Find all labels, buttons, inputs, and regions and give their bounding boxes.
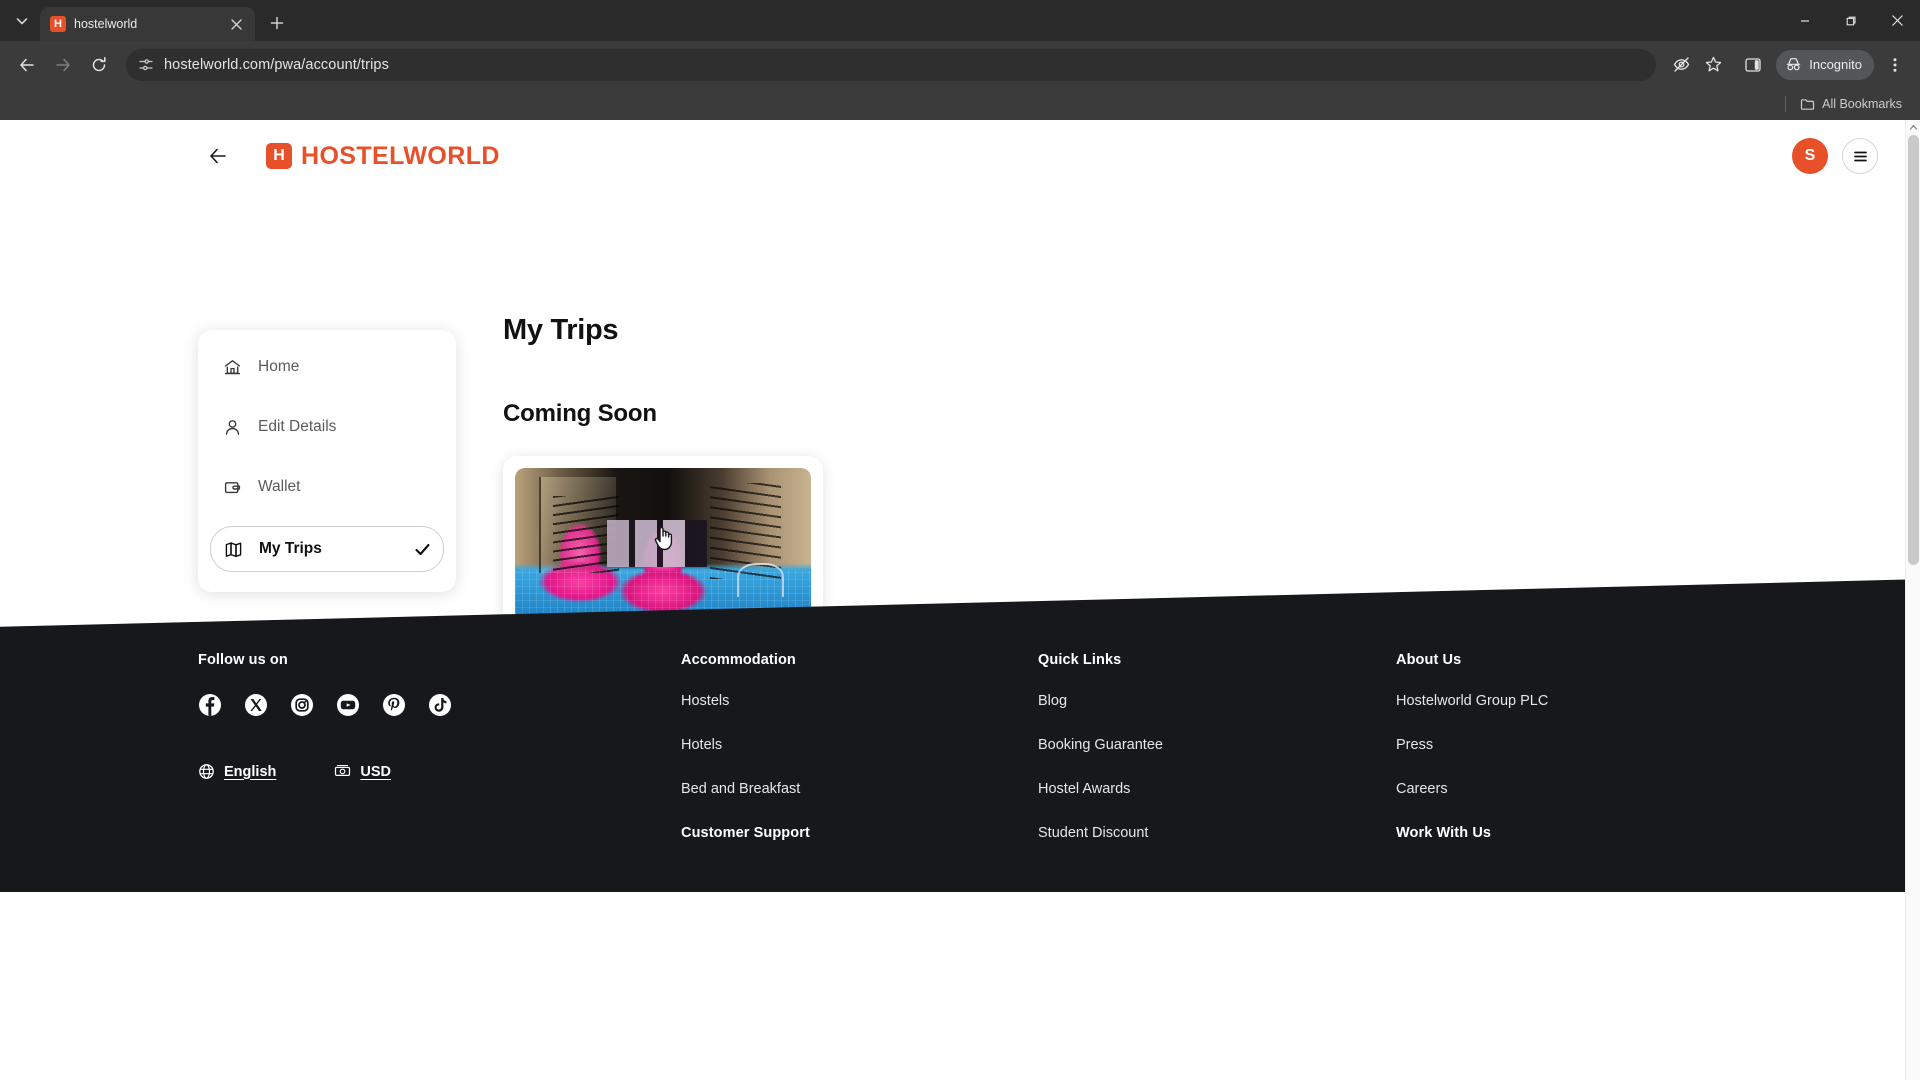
- language-label: English: [224, 763, 277, 780]
- tab-search-button[interactable]: [8, 7, 36, 35]
- footer-quick-links-column: Quick Links Blog Booking Guarantee Hoste…: [1038, 652, 1163, 869]
- footer-link[interactable]: Press: [1396, 737, 1548, 753]
- language-selector[interactable]: English: [198, 763, 276, 780]
- close-icon[interactable]: [1874, 0, 1920, 41]
- avatar[interactable]: S: [1792, 138, 1828, 174]
- tab-favicon-icon: H: [50, 16, 66, 32]
- incognito-label: Incognito: [1809, 57, 1862, 72]
- sidebar-item-label: Edit Details: [258, 418, 337, 435]
- page-title: My Trips: [503, 314, 619, 346]
- tiktok-icon[interactable]: [428, 693, 452, 717]
- footer-heading: Follow us on: [198, 652, 288, 668]
- logo-mark-letter: H: [273, 147, 285, 164]
- globe-icon: [198, 763, 215, 780]
- sidebar-item-home[interactable]: Home: [210, 346, 444, 388]
- page-body: Home Edit Details Wallet My Trips My Tri…: [0, 192, 1920, 892]
- footer-follow-column: Follow us on English USD: [198, 652, 452, 780]
- site-header: H HOSTELWORLD S: [0, 120, 1920, 192]
- footer-link[interactable]: Bed and Breakfast: [681, 781, 810, 797]
- forward-arrow-icon[interactable]: [46, 48, 80, 82]
- footer-content: Follow us on English USD Accommodation H…: [0, 552, 1920, 892]
- logo-mark-icon: H: [266, 143, 292, 169]
- incognito-icon: [1785, 56, 1802, 73]
- tab-strip: H hostelworld: [0, 0, 1920, 41]
- hostelworld-logo[interactable]: H HOSTELWORLD: [266, 142, 500, 171]
- side-panel-icon[interactable]: [1738, 50, 1768, 80]
- section-title: Coming Soon: [503, 400, 657, 427]
- youtube-icon[interactable]: [336, 693, 360, 717]
- hamburger-icon[interactable]: [1842, 138, 1878, 174]
- new-tab-button[interactable]: [263, 9, 291, 37]
- footer-about-column: About Us Hostelworld Group PLC Press Car…: [1396, 652, 1548, 866]
- footer-heading: Accommodation: [681, 652, 796, 668]
- home-icon: [222, 357, 242, 377]
- x-twitter-icon[interactable]: [244, 693, 268, 717]
- logo-wordmark: HOSTELWORLD: [301, 141, 500, 170]
- page-scrollbar[interactable]: [1905, 120, 1920, 1080]
- browser-tab[interactable]: H hostelworld: [40, 7, 255, 41]
- footer-heading: Quick Links: [1038, 652, 1122, 668]
- tab-title: hostelworld: [74, 17, 138, 31]
- footer-link[interactable]: Blog: [1038, 693, 1163, 709]
- scrollbar-thumb[interactable]: [1908, 135, 1919, 565]
- currency-selector[interactable]: USD: [334, 763, 391, 780]
- sidebar-item-edit-details[interactable]: Edit Details: [210, 406, 444, 448]
- browser-window: H hostelworld hostelworld.com/pwa/accoun…: [0, 0, 1920, 1080]
- star-icon[interactable]: [1698, 50, 1728, 80]
- sidebar-item-label: Wallet: [258, 478, 301, 495]
- wallet-icon: [222, 477, 242, 497]
- window-controls: [1782, 0, 1920, 41]
- footer-link[interactable]: Hostel Awards: [1038, 781, 1163, 797]
- instagram-icon[interactable]: [290, 693, 314, 717]
- sidebar-item-wallet[interactable]: Wallet: [210, 466, 444, 508]
- footer-link[interactable]: Student Discount: [1038, 825, 1163, 841]
- bookmarks-bar: All Bookmarks: [0, 88, 1920, 120]
- footer-link[interactable]: Hotels: [681, 737, 810, 753]
- pinterest-icon[interactable]: [382, 693, 406, 717]
- restore-icon[interactable]: [1828, 0, 1874, 41]
- page-viewport: H HOSTELWORLD S Home Edit Details Wallet…: [0, 120, 1920, 1080]
- close-icon[interactable]: [227, 15, 245, 33]
- currency-label: USD: [360, 763, 391, 780]
- person-icon: [222, 417, 242, 437]
- kebab-menu-icon[interactable]: [1880, 50, 1910, 80]
- browser-toolbar: hostelworld.com/pwa/account/trips Incogn…: [0, 41, 1920, 88]
- footer-accommodation-column: Accommodation Hostels Hotels Bed and Bre…: [681, 652, 810, 866]
- address-bar[interactable]: hostelworld.com/pwa/account/trips: [126, 48, 1657, 81]
- arrow-left-icon[interactable]: [205, 143, 231, 169]
- all-bookmarks-button[interactable]: All Bookmarks: [1794, 94, 1908, 115]
- social-links: [198, 693, 452, 717]
- minimize-icon[interactable]: [1782, 0, 1828, 41]
- footer-link[interactable]: Hostels: [681, 693, 810, 709]
- footer-link[interactable]: Booking Guarantee: [1038, 737, 1163, 753]
- money-icon: [334, 763, 351, 780]
- footer-heading: About Us: [1396, 652, 1462, 668]
- tune-icon[interactable]: [138, 57, 154, 73]
- footer-link[interactable]: Hostelworld Group PLC: [1396, 693, 1548, 709]
- site-footer: Follow us on English USD Accommodation H…: [0, 552, 1920, 892]
- footer-heading: Work With Us: [1396, 825, 1492, 841]
- incognito-indicator[interactable]: Incognito: [1776, 49, 1874, 80]
- divider: [1785, 96, 1787, 112]
- all-bookmarks-label: All Bookmarks: [1822, 97, 1902, 111]
- footer-preferences: English USD: [198, 763, 452, 780]
- sidebar-item-label: Home: [258, 358, 300, 375]
- footer-heading: Customer Support: [681, 825, 810, 841]
- facebook-icon[interactable]: [198, 693, 222, 717]
- reload-icon[interactable]: [82, 48, 116, 82]
- back-arrow-icon[interactable]: [10, 48, 44, 82]
- footer-link[interactable]: Careers: [1396, 781, 1548, 797]
- eye-slash-icon[interactable]: [1666, 50, 1696, 80]
- scroll-up-icon[interactable]: [1906, 120, 1920, 135]
- folder-icon: [1800, 97, 1815, 112]
- address-bar-url: hostelworld.com/pwa/account/trips: [164, 56, 389, 73]
- header-actions: S: [1792, 138, 1878, 174]
